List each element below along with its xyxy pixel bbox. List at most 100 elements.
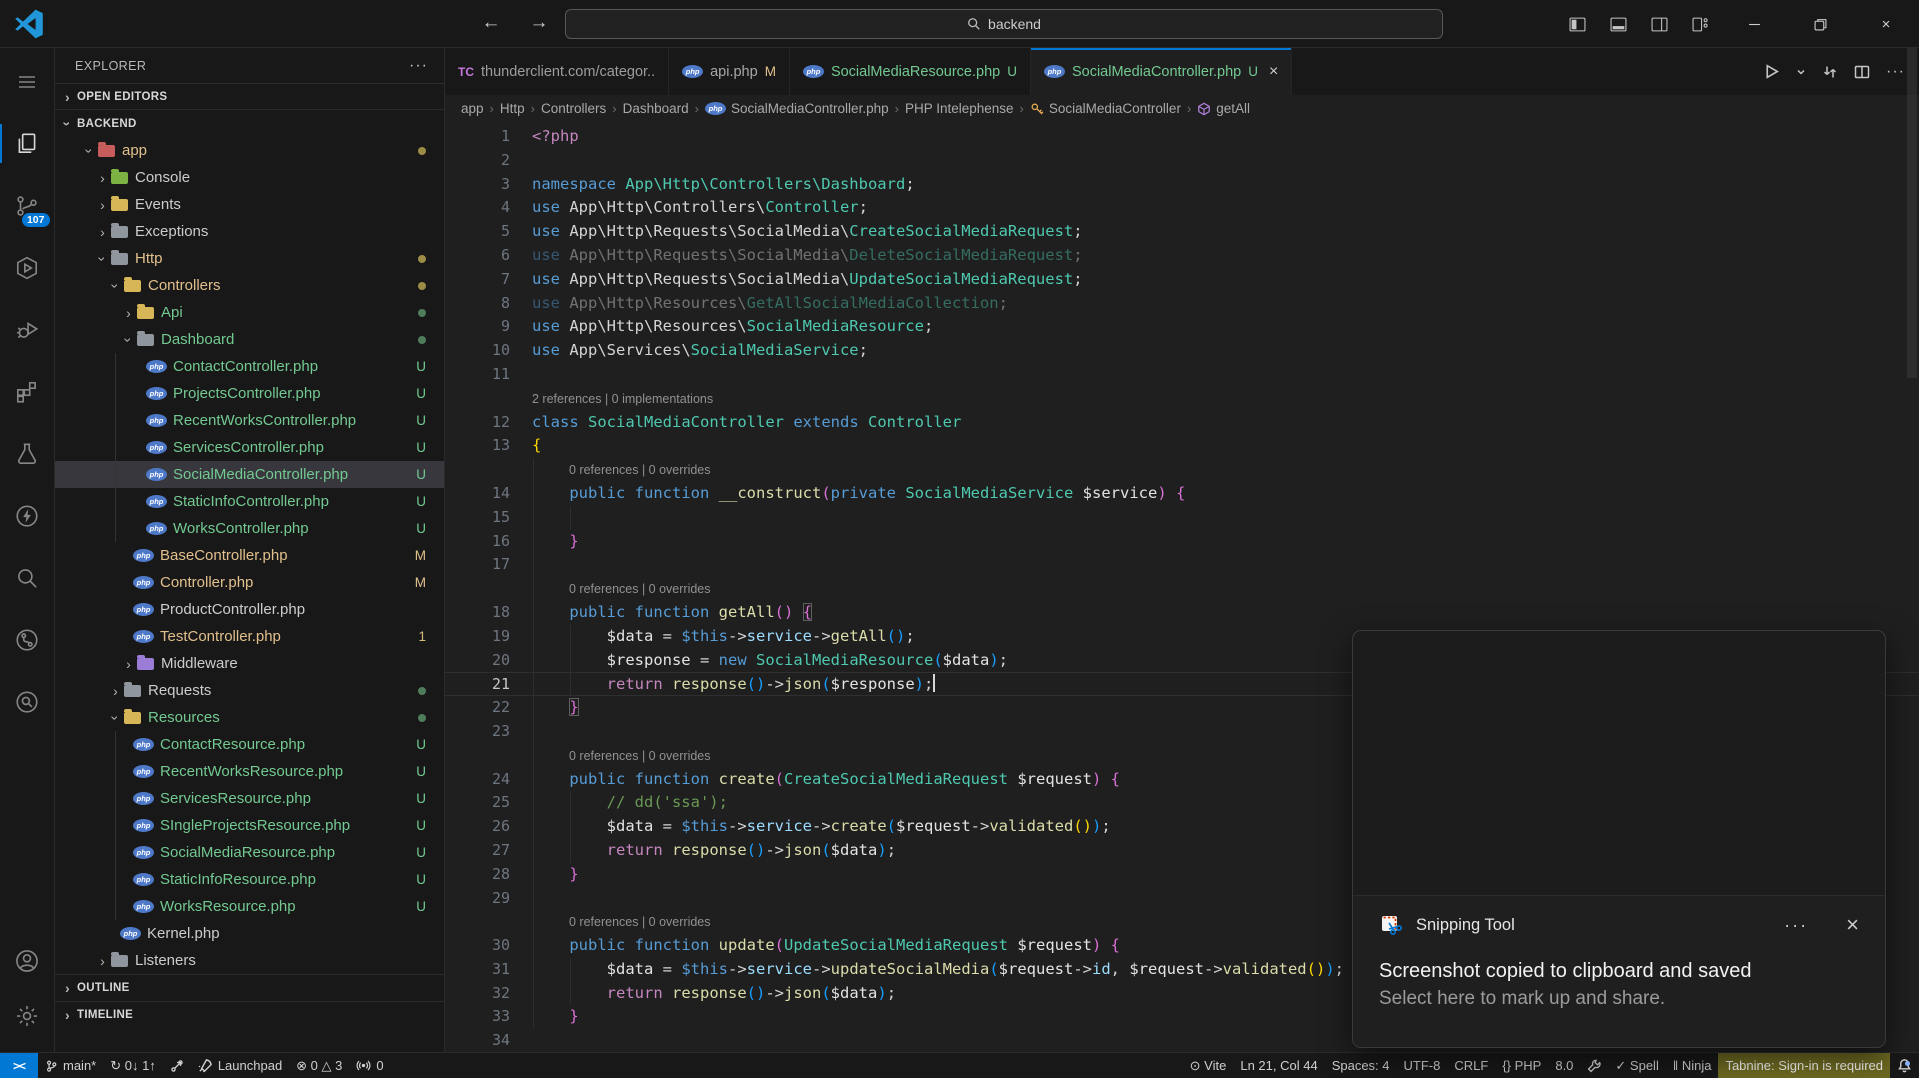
tree-item-testcontroller-php[interactable]: phpTestController.php1 — [55, 623, 444, 650]
code-line-2[interactable]: 2 — [445, 149, 1919, 173]
window-minimize-button[interactable] — [1721, 0, 1787, 48]
tree-item-worksresource-php[interactable]: phpWorksResource.phpU — [55, 893, 444, 920]
run-debug-icon[interactable] — [0, 304, 55, 355]
customize-layout-icon[interactable] — [1680, 0, 1721, 48]
status-launchpad[interactable]: Launchpad — [191, 1053, 289, 1078]
status-remote[interactable]: >< — [0, 1053, 38, 1078]
tree-item-resources[interactable]: ›Resources — [55, 704, 444, 731]
status-ports[interactable]: 0 — [349, 1053, 390, 1078]
code-line-4[interactable]: 4use App\Http\Controllers\Controller; — [445, 196, 1919, 220]
explorer-icon[interactable] — [0, 118, 55, 169]
tree-item-app[interactable]: ›app — [55, 137, 444, 164]
breadcrumb-item-socialmediacontroller-php[interactable]: phpSocialMediaController.php — [705, 101, 889, 116]
settings-gear-icon[interactable] — [0, 990, 55, 1041]
run-button[interactable] — [1763, 63, 1780, 80]
status-problems[interactable]: ⊗ 0 △ 3 — [289, 1053, 349, 1078]
tab-api-php[interactable]: phpapi.phpM — [669, 48, 790, 95]
status-git-graph[interactable] — [163, 1053, 191, 1078]
code-line-6[interactable]: 6use App\Http\Requests\SocialMedia\Delet… — [445, 244, 1919, 268]
code-line-15[interactable]: 15 — [445, 506, 1919, 530]
breadcrumb-item-http[interactable]: Http — [500, 101, 525, 116]
notification-more-button[interactable]: ··· — [1784, 915, 1808, 936]
explorer-more-actions[interactable]: ··· — [409, 57, 428, 75]
code-line-12[interactable]: 12class SocialMediaController extends Co… — [445, 411, 1919, 435]
tree-item-http[interactable]: ›Http — [55, 245, 444, 272]
section-open-editors[interactable]: › OPEN EDITORS — [55, 83, 444, 110]
tree-item-contactcontroller-php[interactable]: phpContactController.phpU — [55, 353, 444, 380]
window-close-button[interactable]: × — [1853, 0, 1919, 48]
code-line-17[interactable]: 17 — [445, 553, 1919, 577]
code-line-18[interactable]: 18 public function getAll() { — [445, 601, 1919, 625]
tree-item-exceptions[interactable]: ›Exceptions — [55, 218, 444, 245]
run-dropdown-icon[interactable] — [1796, 67, 1806, 77]
tree-item-servicesresource-php[interactable]: phpServicesResource.phpU — [55, 785, 444, 812]
toggle-sidebar-icon[interactable] — [1557, 0, 1598, 48]
tab-close-icon[interactable]: × — [1269, 63, 1278, 81]
tree-item-recentworkscontroller-php[interactable]: phpRecentWorksController.phpU — [55, 407, 444, 434]
codelens[interactable]: 0 references | 0 overrides — [445, 458, 1919, 482]
tree-item-projectscontroller-php[interactable]: phpProjectsController.phpU — [55, 380, 444, 407]
section-outline[interactable]: › OUTLINE — [55, 974, 444, 1001]
testing-icon[interactable] — [0, 428, 55, 479]
tree-item-socialmediaresource-php[interactable]: phpSocialMediaResource.phpU — [55, 839, 444, 866]
breadcrumb-item-php-intelephense[interactable]: PHP Intelephense — [905, 101, 1014, 116]
section-timeline[interactable]: › TIMELINE — [55, 1001, 444, 1028]
tree-item-staticinforesource-php[interactable]: phpStaticInfoResource.phpU — [55, 866, 444, 893]
tree-item-productcontroller-php[interactable]: phpProductController.php — [55, 596, 444, 623]
tree-item-requests[interactable]: ›Requests — [55, 677, 444, 704]
gitlens-icon[interactable] — [0, 614, 55, 665]
containers-icon[interactable] — [0, 242, 55, 293]
section-backend-root[interactable]: › BACKEND — [55, 110, 444, 137]
tree-item-console[interactable]: ›Console — [55, 164, 444, 191]
snipping-tool-notification[interactable]: Snipping Tool ··· × Screenshot copied to… — [1352, 630, 1886, 1048]
notification-close-button[interactable]: × — [1846, 912, 1859, 938]
code-line-13[interactable]: 13{ — [445, 434, 1919, 458]
breadcrumb-item-app[interactable]: app — [461, 101, 484, 116]
code-line-14[interactable]: 14 public function __construct(private S… — [445, 482, 1919, 506]
tab-socialmediaresource-php[interactable]: phpSocialMediaResource.phpU — [790, 48, 1031, 95]
tab-thunderclient-com-categor-[interactable]: TCthunderclient.com/categor.. — [445, 48, 669, 95]
status-branch[interactable]: main* — [38, 1053, 103, 1078]
tree-item-middleware[interactable]: ›Middleware — [55, 650, 444, 677]
nav-forward-button[interactable]: → — [526, 10, 552, 36]
tree-item-controllers[interactable]: ›Controllers — [55, 272, 444, 299]
status-wrench[interactable] — [1580, 1053, 1608, 1078]
notification-subtitle[interactable]: Select here to mark up and share. — [1379, 988, 1859, 1010]
status-ninja[interactable]: ‖ Ninja — [1666, 1053, 1719, 1078]
code-line-1[interactable]: 1<?php — [445, 125, 1919, 149]
breadcrumb-item-dashboard[interactable]: Dashboard — [623, 101, 689, 116]
code-line-7[interactable]: 7use App\Http\Requests\SocialMedia\Updat… — [445, 268, 1919, 292]
tree-item-basecontroller-php[interactable]: phpBaseController.phpM — [55, 542, 444, 569]
search-icon[interactable] — [0, 552, 55, 603]
status-notifications-bell[interactable] — [1890, 1053, 1919, 1078]
code-line-10[interactable]: 10use App\Services\SocialMediaService; — [445, 339, 1919, 363]
status-cursor-position[interactable]: Ln 21, Col 44 — [1233, 1053, 1324, 1078]
editor-scrollbar[interactable] — [1907, 48, 1917, 378]
code-line-11[interactable]: 11 — [445, 363, 1919, 387]
tree-item-listeners[interactable]: ›Listeners — [55, 947, 444, 974]
status-sync[interactable]: ↻ 0↓ 1↑ — [103, 1053, 163, 1078]
tree-item-kernel-php[interactable]: phpKernel.php — [55, 920, 444, 947]
tree-item-events[interactable]: ›Events — [55, 191, 444, 218]
code-line-3[interactable]: 3namespace App\Http\Controllers\Dashboar… — [445, 173, 1919, 197]
status-encoding[interactable]: UTF-8 — [1397, 1053, 1448, 1078]
status-tabnine[interactable]: Tabnine: Sign-in is required — [1718, 1053, 1890, 1078]
menu-icon[interactable] — [0, 56, 55, 107]
breadcrumb-item-socialmediacontroller[interactable]: SocialMediaController — [1030, 101, 1181, 116]
tree-item-workscontroller-php[interactable]: phpWorksController.phpU — [55, 515, 444, 542]
status-php-version[interactable]: 8.0 — [1548, 1053, 1580, 1078]
editor-more-actions[interactable]: ··· — [1886, 63, 1905, 81]
tree-item-dashboard[interactable]: ›Dashboard — [55, 326, 444, 353]
toggle-secondary-sidebar-icon[interactable] — [1639, 0, 1680, 48]
code-line-9[interactable]: 9use App\Http\Resources\SocialMediaResou… — [445, 315, 1919, 339]
status-indentation[interactable]: Spaces: 4 — [1325, 1053, 1397, 1078]
status-spell[interactable]: ✓ Spell — [1608, 1053, 1665, 1078]
status-vite[interactable]: ⊙ Vite — [1183, 1053, 1234, 1078]
split-editor-icon[interactable] — [1854, 64, 1870, 80]
tree-item-staticinfocontroller-php[interactable]: phpStaticInfoController.phpU — [55, 488, 444, 515]
gitlens-inspect-icon[interactable] — [0, 676, 55, 727]
toggle-panel-icon[interactable] — [1598, 0, 1639, 48]
tree-item-socialmediacontroller-php[interactable]: phpSocialMediaController.phpU — [55, 461, 444, 488]
tree-item-recentworksresource-php[interactable]: phpRecentWorksResource.phpU — [55, 758, 444, 785]
tab-socialmediacontroller-php[interactable]: phpSocialMediaController.phpU× — [1031, 48, 1292, 95]
